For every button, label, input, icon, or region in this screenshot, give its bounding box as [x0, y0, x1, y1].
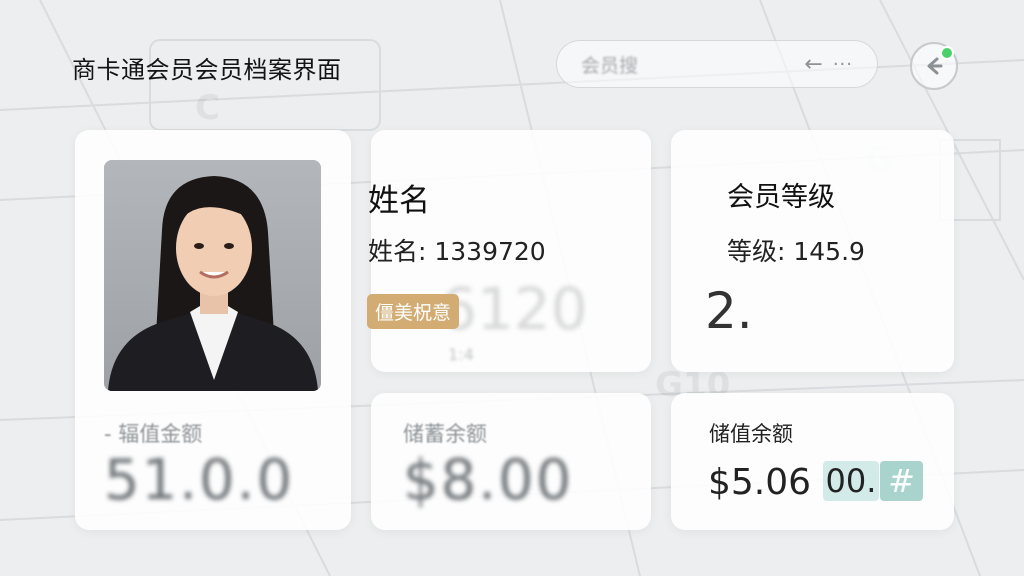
level-line: 等级: 145.9 [727, 237, 865, 266]
name-heading: 姓名 [368, 183, 430, 219]
hash-icon[interactable]: # [880, 461, 923, 501]
savings-balance-amount: $8.00 [403, 448, 574, 513]
level-value: 2. [705, 282, 753, 340]
savings-balance-label: 储蓄余额 [403, 422, 487, 446]
ghost-caption: 1:4 [448, 345, 474, 364]
search-bar[interactable]: 会员搜 ← ··· [556, 40, 878, 88]
page-title: 商卡通会员会员档案界面 [72, 56, 342, 84]
profile-balance-amount: 51.0.0 [104, 448, 295, 513]
member-photo [104, 160, 321, 391]
search-placeholder: 会员搜 [581, 54, 639, 77]
background-logo: C [195, 88, 220, 128]
ghost-number: 6120 [440, 275, 588, 343]
arrow-left-icon[interactable]: ← [804, 52, 822, 77]
status-dot [940, 46, 954, 60]
amount-chip: 00. [823, 461, 879, 501]
profile-balance-label: - 辐值金额 [104, 422, 203, 446]
more-options-icon[interactable]: ··· [833, 54, 853, 75]
level-heading: 会员等级 [727, 182, 835, 213]
stored-value-label: 储值余额 [709, 422, 793, 446]
member-tag-badge: 僵美柷意 [367, 294, 460, 329]
stored-value-amount: $5.06 [708, 462, 812, 503]
name-value: 姓名: 1339720 [368, 237, 546, 266]
back-button[interactable] [910, 42, 958, 90]
